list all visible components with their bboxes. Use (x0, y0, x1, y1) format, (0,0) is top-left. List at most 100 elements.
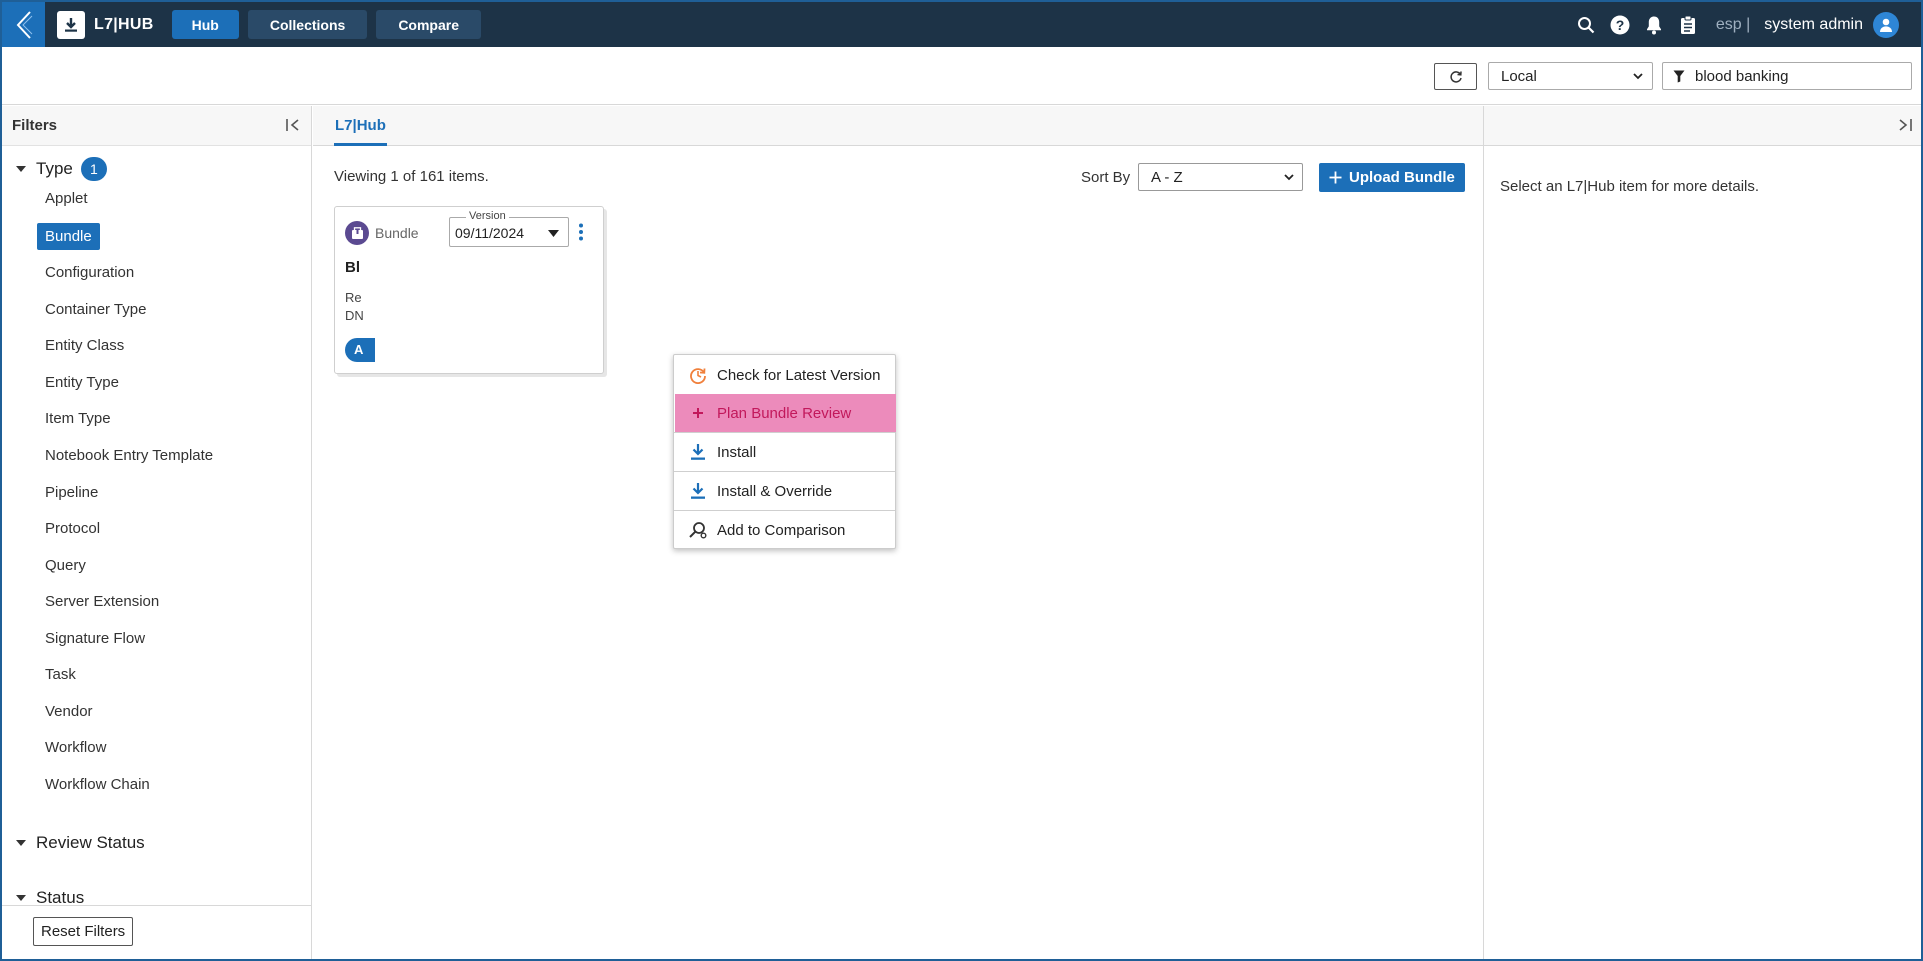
sort-value: A - Z (1151, 168, 1183, 186)
type-section-label: Type (36, 159, 73, 178)
details-placeholder-message: Select an L7|Hub item for more details. (1500, 178, 1760, 195)
review-status-section-header[interactable]: Review Status (16, 833, 145, 853)
viewing-count: Viewing 1 of 161 items. (334, 168, 489, 185)
type-filter-query[interactable]: Query (45, 552, 86, 579)
reset-filters-button[interactable]: Reset Filters (33, 917, 134, 946)
tenant-label: esp | (1715, 15, 1751, 33)
collapse-panel-icon[interactable] (285, 118, 301, 132)
chevron-down-icon (1633, 73, 1643, 80)
plus-icon (1329, 171, 1342, 184)
hub-content-area: L7|Hub Viewing 1 of 161 items. Sort By A… (313, 106, 1483, 959)
collapse-right-panel-icon[interactable] (1897, 118, 1913, 132)
type-filter-item-type[interactable]: Item Type (45, 405, 111, 432)
more-options-icon[interactable] (578, 223, 584, 241)
search-icon[interactable] (1576, 15, 1596, 35)
upload-bundle-label: Upload Bundle (1349, 169, 1455, 186)
nav-collections-button[interactable]: Collections (247, 10, 368, 39)
version-value: 09/11/2024 (455, 225, 525, 241)
type-filter-entity-class[interactable]: Entity Class (45, 332, 124, 359)
menu-item-label: Plan Bundle Review (717, 404, 852, 422)
sort-by-label: Sort By (1081, 169, 1131, 186)
chevron-left-icon (16, 10, 32, 39)
review-status-label: Review Status (36, 833, 145, 852)
details-header (1484, 106, 1921, 146)
app-title: L7|HUB (94, 15, 154, 33)
back-button[interactable] (2, 2, 45, 47)
card-description-line1: Re (345, 290, 362, 305)
filters-title: Filters (12, 117, 58, 134)
user-name[interactable]: system admin (1764, 16, 1863, 34)
top-navigation-bar: L7|HUB Hub Collections Compare ? esp | s… (2, 2, 1921, 47)
sort-select[interactable]: A - Z (1138, 163, 1303, 191)
refresh-button[interactable] (1434, 63, 1477, 90)
user-avatar-icon[interactable] (1873, 11, 1899, 38)
chevron-down-icon (1284, 174, 1294, 181)
type-filter-bundle[interactable]: Bundle (37, 223, 100, 250)
download-icon (688, 442, 708, 462)
caret-down-icon (548, 230, 559, 237)
type-filter-pipeline[interactable]: Pipeline (45, 479, 98, 506)
environment-select[interactable]: Local (1488, 62, 1653, 90)
nav-hub-button[interactable]: Hub (171, 10, 239, 39)
type-section-header[interactable]: Type 1 (16, 157, 107, 181)
environment-value: Local (1501, 67, 1537, 85)
top-right-controls: ? esp | system admin (1576, 2, 1899, 47)
filters-footer: Reset Filters (2, 905, 311, 959)
type-filter-task[interactable]: Task (45, 661, 76, 688)
refresh-clock-icon (688, 365, 708, 385)
card-description-line2: DN (345, 308, 364, 323)
menu-item-add-to-comparison[interactable]: Add to Comparison (675, 511, 896, 549)
type-filter-configuration[interactable]: Configuration (45, 259, 134, 286)
app-frame: L7|HUB Hub Collections Compare ? esp | s… (0, 0, 1923, 961)
version-select[interactable]: Version 09/11/2024 (449, 210, 569, 247)
tab-bar: L7|Hub (313, 106, 1483, 146)
type-filter-applet[interactable]: Applet (45, 185, 88, 212)
type-filter-notebook-entry-template[interactable]: Notebook Entry Template (45, 442, 213, 469)
download-logo-icon (57, 10, 85, 39)
card-actions-menu: Check for Latest Version Plan Bundle Rev… (673, 354, 896, 549)
type-count-badge: 1 (80, 157, 107, 181)
search-value: blood banking (1695, 67, 1789, 85)
caret-down-icon (16, 840, 26, 846)
type-filter-workflow[interactable]: Workflow (45, 734, 106, 761)
menu-item-label: Check for Latest Version (717, 366, 881, 384)
menu-item-label: Install (717, 443, 757, 461)
card-action-button[interactable]: A (345, 338, 375, 362)
compare-search-icon (688, 520, 708, 540)
caret-down-icon (16, 895, 26, 901)
menu-item-install-override[interactable]: Install & Override (675, 472, 896, 510)
type-filter-vendor[interactable]: Vendor (45, 698, 93, 725)
version-label: Version (466, 210, 509, 222)
filter-search-input[interactable]: blood banking (1662, 62, 1912, 90)
download-icon (688, 481, 708, 501)
type-filter-container-type[interactable]: Container Type (45, 296, 146, 323)
menu-item-label: Add to Comparison (717, 521, 846, 539)
upload-bundle-button[interactable]: Upload Bundle (1319, 163, 1465, 192)
nav-compare-button[interactable]: Compare (376, 10, 481, 39)
type-filter-protocol[interactable]: Protocol (45, 515, 100, 542)
card-type: Bundle (345, 221, 419, 245)
menu-item-install[interactable]: Install (675, 433, 896, 471)
bundle-card[interactable]: Bundle Version 09/11/2024 Bl Re DN A (334, 206, 604, 374)
toolbar: Local blood banking (2, 47, 1921, 105)
clipboard-icon[interactable] (1678, 15, 1698, 35)
type-filter-entity-type[interactable]: Entity Type (45, 369, 119, 396)
type-filter-signature-flow[interactable]: Signature Flow (45, 625, 145, 652)
menu-item-label: Install & Override (717, 482, 833, 500)
menu-item-plan-bundle-review[interactable]: Plan Bundle Review (675, 394, 896, 432)
type-filter-server-extension[interactable]: Server Extension (45, 588, 159, 615)
type-filter-workflow-chain[interactable]: Workflow Chain (45, 771, 150, 798)
plus-icon (688, 403, 708, 423)
card-title: Bl (345, 259, 360, 276)
caret-down-icon (16, 166, 26, 172)
tab-l7hub[interactable]: L7|Hub (334, 106, 387, 146)
filters-header: Filters (2, 106, 311, 146)
menu-item-check-latest-version[interactable]: Check for Latest Version (675, 356, 896, 394)
notification-bell-icon[interactable] (1644, 15, 1664, 35)
details-panel: Select an L7|Hub item for more details. (1483, 106, 1921, 959)
bundle-icon (345, 221, 369, 245)
filter-funnel-icon (1673, 70, 1685, 83)
svg-text:?: ? (1616, 17, 1625, 33)
help-icon[interactable]: ? (1610, 15, 1630, 35)
card-type-label: Bundle (375, 225, 419, 241)
